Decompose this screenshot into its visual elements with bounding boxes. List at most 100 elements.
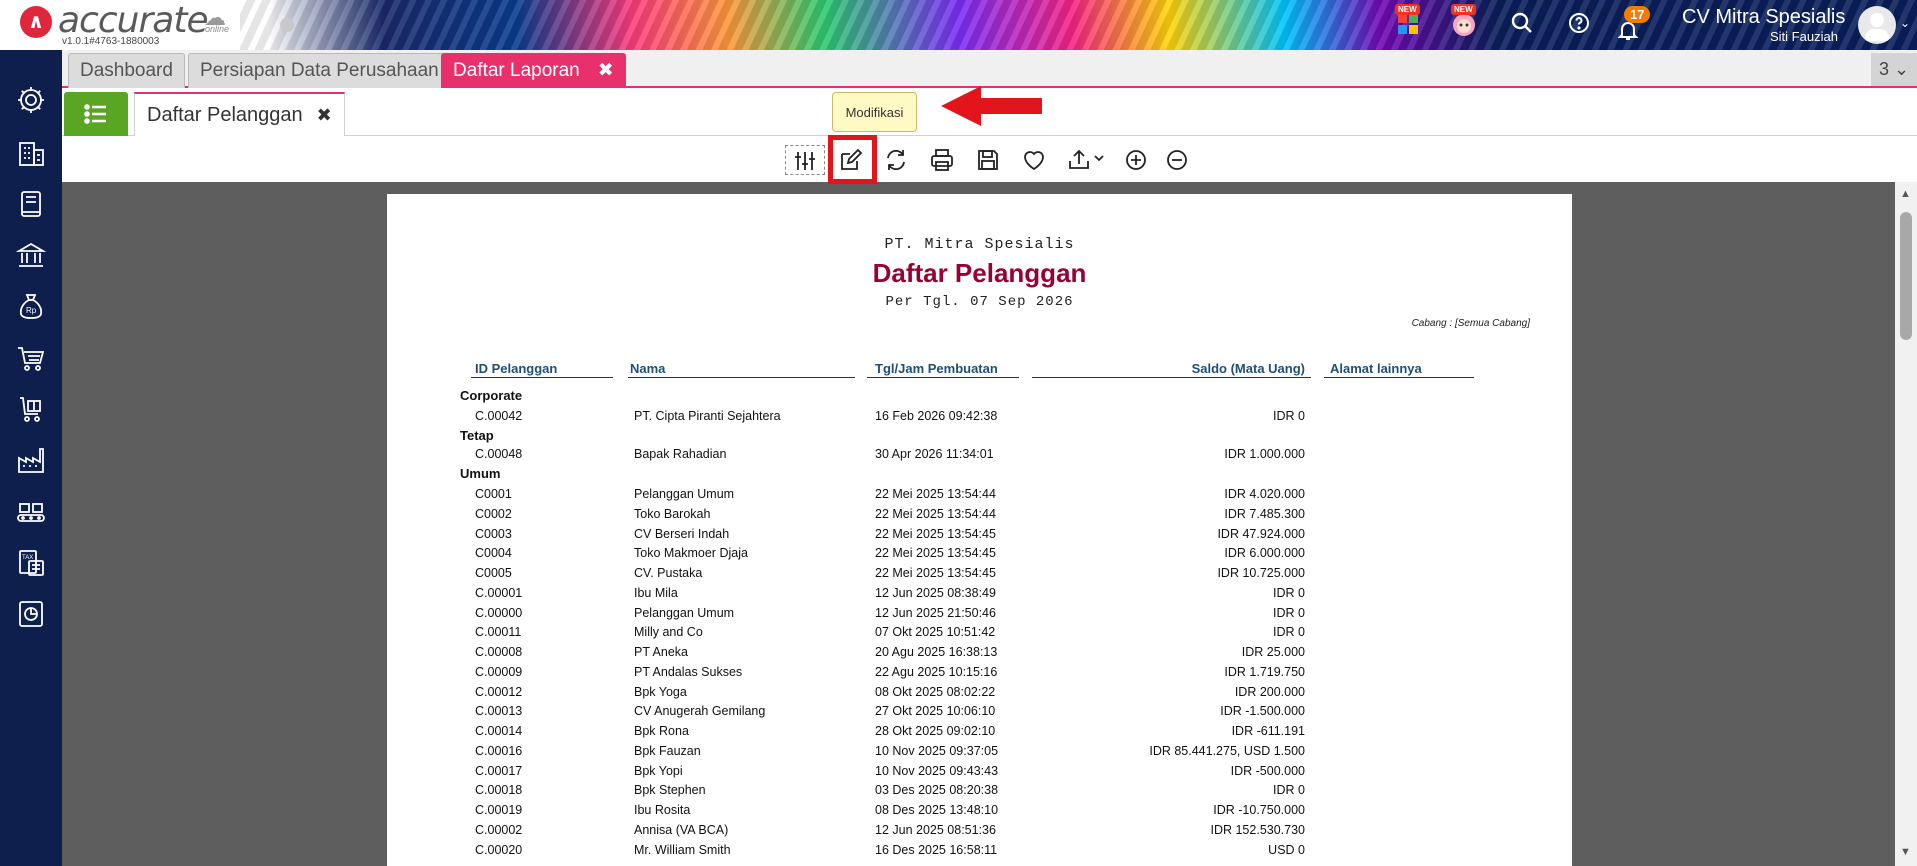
cell-created: 28 Okt 2025 09:02:10 [875, 724, 996, 738]
table-row[interactable]: C.00042 PT. Cipta Piranti Sejahtera 16 Feb… [387, 409, 1572, 429]
report-list-button[interactable] [64, 92, 128, 136]
report-page: PT. Mitra Spesialis Daftar Pelanggan Per… [387, 194, 1572, 866]
cell-name: Toko Barokah [634, 506, 711, 521]
mascot-new-icon[interactable]: NEW [1449, 4, 1479, 38]
table-row[interactable]: C.00002 Annisa (VA BCA) 12 Jun 2025 08:51:… [387, 823, 1572, 843]
table-row[interactable]: C.00014 Bpk Rona 28 Okt 2025 09:02:10 IDR -… [387, 724, 1572, 744]
cell-id: C0002 [475, 506, 512, 521]
money-bag-icon[interactable]: Rp [15, 290, 47, 322]
column-header-created: Tgl/Jam Pembuatan [867, 361, 1019, 378]
cell-created: 16 Des 2025 16:58:11 [875, 842, 998, 857]
svg-text:Rp: Rp [26, 306, 37, 315]
chevron-down-icon[interactable]: ⌄ [1900, 16, 1910, 30]
scroll-down-icon[interactable]: ▼ [1900, 846, 1911, 858]
bank-icon[interactable] [15, 239, 47, 271]
cell-name: CV Berseri Indah [634, 526, 730, 541]
table-row[interactable]: C.00012 Bpk Yoga 08 Okt 2025 08:02:22 IDR 2… [387, 685, 1572, 705]
company-name[interactable]: CV Mitra Spesialis [1682, 6, 1845, 29]
cell-name: Pelanggan Umum [634, 605, 735, 620]
report-title: Daftar Pelanggan [872, 258, 1087, 288]
cell-balance: IDR 0 [1273, 605, 1305, 620]
vertical-scrollbar[interactable]: ▲ ▼ [1895, 182, 1917, 866]
conveyor-icon[interactable] [15, 496, 47, 528]
help-icon[interactable] [1564, 8, 1594, 38]
table-row[interactable]: C.00016 Bpk Fauzan 10 Nov 2025 09:37:05 IDR… [387, 744, 1572, 764]
cell-name: Ibu Rosita [634, 803, 691, 817]
zoom-in-icon[interactable] [1123, 147, 1149, 173]
factory-icon[interactable] [15, 444, 47, 476]
table-row[interactable]: C.00000 Pelanggan Umum 12 Jun 2025 21:50:4… [387, 606, 1572, 626]
table-row[interactable]: C.00008 PT Aneka 20 Agu 2025 16:38:13 IDR 2… [387, 645, 1572, 665]
cell-created: 22 Mei 2025 13:54:44 [875, 487, 996, 501]
cell-name: Bpk Stephen [634, 783, 706, 798]
table-row[interactable]: C0001 Pelanggan Umum 22 Mei 2025 13:54:44 I… [387, 487, 1572, 507]
table-row[interactable]: C.00013 CV Anugerah Gemilang 27 Okt 2025 1… [387, 704, 1572, 724]
cell-balance: USD 0 [1268, 842, 1305, 857]
avatar[interactable] [1858, 6, 1896, 44]
cell-id: C.00020 [475, 842, 523, 857]
table-row[interactable]: C0004 Toko Makmoer Djaja 22 Mei 2025 13:54… [387, 546, 1572, 566]
cell-created: 27 Okt 2025 10:06:10 [875, 704, 996, 719]
table-row[interactable]: C.00011 Milly and Co 07 Okt 2025 10:51:42 I… [387, 625, 1572, 645]
tab-count-dropdown[interactable]: 3 ⌄ [1871, 53, 1917, 86]
heart-icon[interactable] [1021, 147, 1047, 173]
zoom-out-icon[interactable] [1164, 147, 1190, 173]
cell-id: C0001 [475, 487, 512, 501]
group-label: Tetap [460, 428, 494, 443]
table-row[interactable]: C0003 CV Berseri Indah 22 Mei 2025 13:54:4… [387, 527, 1572, 547]
tab-persiapan-data[interactable]: Persiapan Data Perusahaan [188, 53, 451, 88]
cell-name: CV. Pustaka [634, 566, 703, 580]
cell-name: Bpk Fauzan [634, 743, 701, 758]
cell-balance: IDR -1.500.000 [1220, 704, 1305, 719]
save-icon[interactable] [975, 147, 1001, 173]
close-icon[interactable]: ✖ [317, 105, 332, 125]
building-icon[interactable] [15, 137, 47, 169]
cell-name: Bpk Yopi [634, 763, 683, 778]
book-icon[interactable] [15, 188, 47, 220]
table-row[interactable]: C.00020 Mr. William Smith 16 Des 2025 16:5… [387, 843, 1572, 863]
gear-icon[interactable] [15, 84, 47, 116]
cell-balance: IDR 152.530.730 [1210, 822, 1305, 837]
list-icon [84, 104, 106, 124]
user-name[interactable]: Siti Fauziah [1770, 29, 1838, 44]
cell-balance: IDR 1.000.000 [1224, 447, 1305, 461]
tab-daftar-pelanggan[interactable]: Daftar Pelanggan ✖ [134, 92, 345, 137]
filter-settings-icon[interactable] [785, 145, 825, 175]
close-icon[interactable]: ✖ [598, 60, 614, 81]
cell-id: C.00012 [475, 684, 523, 699]
cell-name: CV Anugerah Gemilang [634, 704, 766, 719]
cell-balance: IDR 0 [1273, 625, 1305, 640]
table-row[interactable]: C.00009 PT Andalas Sukses 22 Agu 2025 10:1… [387, 665, 1572, 685]
cell-id: C.00013 [475, 704, 523, 719]
scroll-up-icon[interactable]: ▲ [1900, 188, 1911, 200]
report-chart-icon[interactable] [15, 598, 47, 630]
tax-icon[interactable]: TAX [15, 547, 47, 579]
cart-box-icon[interactable] [15, 393, 47, 425]
table-row[interactable]: C0002 Toko Barokah 22 Mei 2025 13:54:44 IDR… [387, 507, 1572, 527]
cell-id: C.00017 [475, 763, 523, 778]
shopping-cart-icon[interactable] [15, 342, 47, 374]
cell-id: C.00042 [475, 409, 523, 423]
table-row[interactable]: C0005 CV. Pustaka 22 Mei 2025 13:54:45 IDR … [387, 566, 1572, 586]
table-row[interactable]: C.00018 Bpk Stephen 03 Des 2025 08:20:38 ID… [387, 783, 1572, 803]
scroll-thumb[interactable] [1900, 212, 1912, 340]
tab-daftar-laporan[interactable]: Daftar Laporan ✖ [441, 53, 626, 88]
tab-dashboard[interactable]: Dashboard [68, 53, 185, 88]
search-icon[interactable] [1507, 8, 1537, 38]
cell-created: 22 Mei 2025 13:54:45 [875, 546, 996, 561]
cell-id: C.00008 [475, 645, 523, 659]
table-row[interactable]: C.00001 Ibu Mila 12 Jun 2025 08:38:49 IDR 0 [387, 586, 1572, 606]
print-icon[interactable] [929, 147, 955, 173]
refresh-icon[interactable] [883, 147, 909, 173]
cell-id: C.00014 [475, 724, 523, 738]
cell-id: C.00016 [475, 743, 523, 758]
tab-label: Daftar Pelanggan [147, 104, 303, 126]
apps-new-icon[interactable]: NEW [1393, 4, 1423, 38]
table-row[interactable]: C.00017 Bpk Yopi 10 Nov 2025 09:43:43 IDR -… [387, 764, 1572, 784]
cell-id: C0005 [475, 566, 512, 580]
table-row[interactable]: C.00048 Bapak Rahadian 30 Apr 2026 11:34:0… [387, 447, 1572, 467]
export-icon[interactable] [1067, 147, 1107, 173]
cell-balance: IDR -500.000 [1230, 763, 1305, 778]
cell-balance: IDR 85.441.275, USD 1.500 [1149, 743, 1305, 758]
table-row[interactable]: C.00019 Ibu Rosita 08 Des 2025 13:48:10 IDR… [387, 803, 1572, 823]
